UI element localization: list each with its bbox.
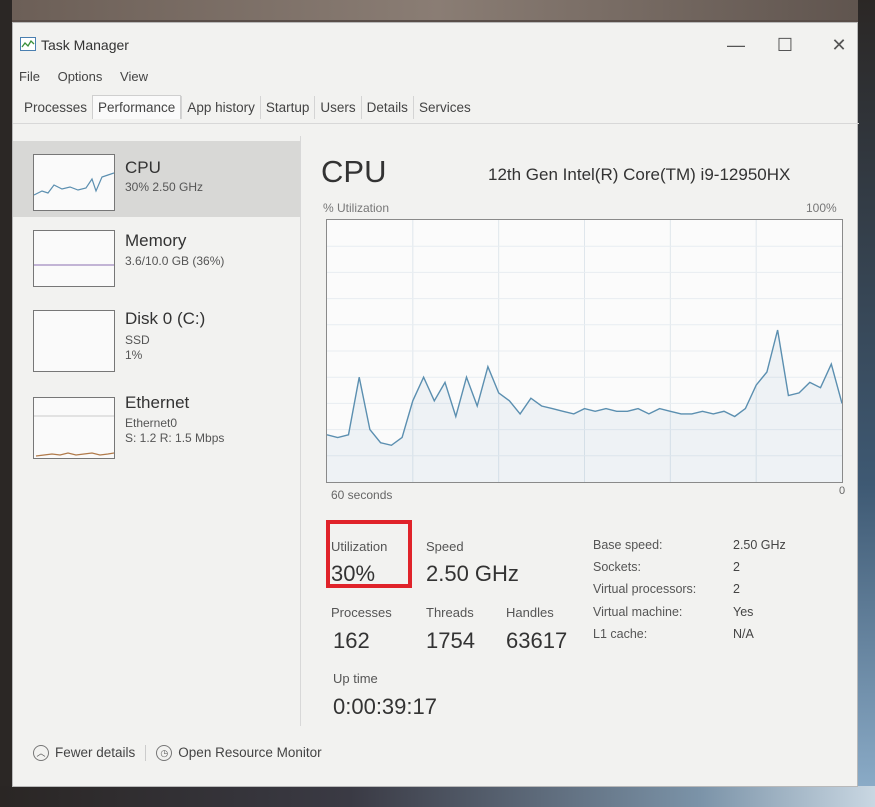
footer: ︿ Fewer details ◷ Open Resource Monitor	[33, 745, 322, 762]
task-manager-window: Task Manager — ☐ ✕ File Options View Pro…	[12, 22, 859, 787]
handles-value: 63617	[506, 628, 568, 653]
open-resource-monitor-label: Open Resource Monitor	[178, 745, 322, 760]
sidebar-item-ethernet[interactable]: Ethernet Ethernet0 S: 1.2 R: 1.5 Mbps	[13, 391, 300, 467]
tab-app-history[interactable]: App history	[181, 96, 260, 119]
close-button[interactable]: ✕	[819, 31, 859, 59]
sidebar-item-disk[interactable]: Disk 0 (C:) SSD 1%	[13, 304, 300, 380]
virtual-machine-label: Virtual machine:	[593, 605, 683, 619]
tab-users[interactable]: Users	[314, 96, 360, 119]
sidebar-item-cpu[interactable]: CPU 30% 2.50 GHz	[13, 141, 300, 217]
processes-label: Processes	[331, 605, 392, 620]
performance-sidebar: CPU 30% 2.50 GHz Memory 3.6/10.0 GB (36%…	[13, 136, 301, 726]
sidebar-item-label: CPU	[125, 158, 161, 177]
maximize-button[interactable]: ☐	[765, 31, 805, 59]
photo-background-top	[0, 0, 875, 20]
sidebar-item-detail-2: S: 1.2 R: 1.5 Mbps	[125, 431, 225, 445]
base-speed-label: Base speed:	[593, 538, 663, 552]
sidebar-item-memory[interactable]: Memory 3.6/10.0 GB (36%)	[13, 224, 300, 300]
disk-thumbnail-graph	[33, 310, 115, 372]
graph-zero-axis-label: 0	[839, 485, 846, 497]
tab-details[interactable]: Details	[360, 96, 413, 119]
sidebar-item-label: Ethernet	[125, 393, 190, 412]
sidebar-item-detail: 30% 2.50 GHz	[125, 180, 204, 194]
tab-services[interactable]: Services	[412, 96, 476, 119]
cpu-utilization-graph	[326, 219, 843, 483]
sidebar-item-detail: SSD	[125, 333, 150, 347]
base-speed-value: 2.50 GHz	[733, 538, 786, 552]
photo-background-left	[0, 0, 12, 807]
sockets-value: 2	[733, 560, 740, 574]
virtual-processors-value: 2	[733, 582, 740, 596]
sidebar-item-detail-2: 1%	[125, 348, 143, 362]
fewer-details-button[interactable]: ︿ Fewer details	[33, 745, 136, 762]
uptime-label: Up time	[333, 671, 378, 686]
l1-cache-value: N/A	[733, 627, 754, 641]
utilization-highlight-box	[326, 520, 412, 588]
speed-label: Speed	[426, 539, 464, 554]
page-title: CPU	[321, 154, 387, 189]
menu-bar: File Options View	[19, 69, 162, 89]
tab-content-divider	[13, 123, 859, 124]
window-title: Task Manager	[41, 37, 129, 53]
tab-bar: Processes Performance App history Startup Us…	[19, 95, 476, 123]
tab-performance[interactable]: Performance	[92, 95, 182, 119]
photo-background-right	[858, 0, 875, 807]
photo-background-bottom	[0, 786, 875, 807]
sidebar-item-detail: Ethernet0	[125, 416, 178, 430]
tab-processes[interactable]: Processes	[19, 96, 92, 119]
utilization-axis-label: % Utilization	[323, 201, 390, 215]
ethernet-thumbnail-graph	[33, 397, 115, 459]
cpu-model-name: 12th Gen Intel(R) Core(TM) i9-12950HX	[488, 165, 791, 184]
speed-value: 2.50 GHz	[426, 561, 519, 586]
menu-view[interactable]: View	[120, 69, 148, 84]
virtual-machine-value: Yes	[733, 605, 754, 619]
open-resource-monitor-link[interactable]: ◷ Open Resource Monitor	[156, 745, 322, 762]
sockets-label: Sockets:	[593, 560, 641, 574]
memory-thumbnail-graph	[33, 230, 115, 287]
graph-time-axis-label: 60 seconds	[331, 488, 393, 502]
processes-value: 162	[333, 628, 370, 653]
cpu-thumbnail-graph	[33, 154, 115, 211]
chevron-up-icon: ︿	[33, 745, 49, 762]
tab-startup[interactable]: Startup	[259, 96, 315, 119]
menu-options[interactable]: Options	[58, 69, 103, 84]
resource-monitor-icon: ◷	[156, 745, 173, 762]
minimize-button[interactable]: —	[716, 31, 756, 59]
utilization-axis-max: 100%	[806, 201, 837, 215]
handles-label: Handles	[506, 605, 554, 620]
sidebar-item-label: Disk 0 (C:)	[125, 309, 206, 328]
task-manager-icon	[20, 37, 36, 51]
title-bar: Task Manager — ☐ ✕	[13, 23, 857, 63]
threads-value: 1754	[426, 628, 475, 653]
uptime-value: 0:00:39:17	[333, 694, 437, 719]
threads-label: Threads	[426, 605, 474, 620]
footer-divider	[145, 745, 147, 762]
cpu-graph-svg	[327, 220, 842, 482]
sidebar-item-label: Memory	[125, 231, 187, 250]
sidebar-item-detail: 3.6/10.0 GB (36%)	[125, 254, 225, 268]
menu-file[interactable]: File	[19, 69, 40, 84]
l1-cache-label: L1 cache:	[593, 627, 648, 641]
fewer-details-label: Fewer details	[55, 745, 136, 760]
virtual-processors-label: Virtual processors:	[593, 582, 697, 596]
